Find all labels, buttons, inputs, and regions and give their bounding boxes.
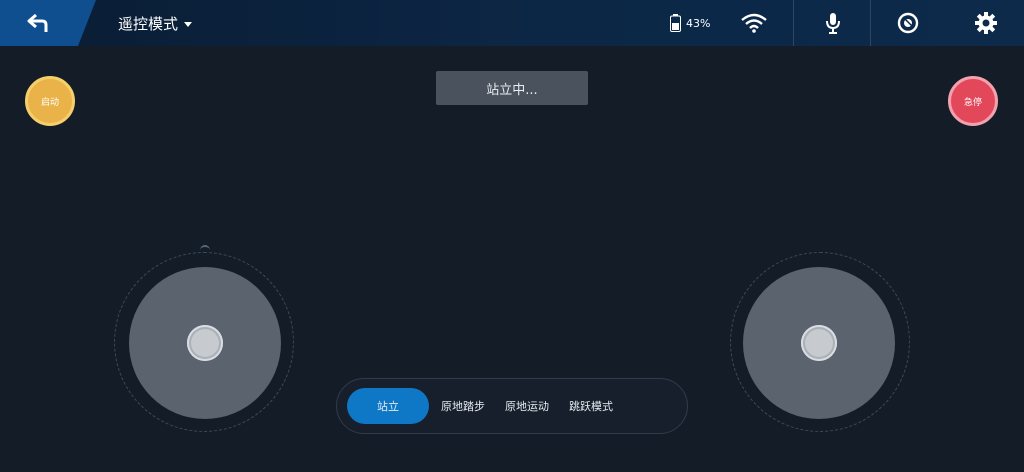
app-root: 遥控模式 43% 启动 急停 站立中... 站立 原地踏步 原地运动 跳跃模式 xyxy=(0,0,1024,472)
settings-button[interactable] xyxy=(970,8,1002,38)
camera-button[interactable] xyxy=(892,8,924,38)
top-bar: 遥控模式 43% xyxy=(0,0,1024,46)
battery-percent: 43% xyxy=(686,16,711,30)
motion-mode-selector: 站立 原地踏步 原地运动 跳跃模式 xyxy=(336,378,688,434)
chevron-down-icon xyxy=(184,21,193,27)
status-toast-text: 站立中... xyxy=(486,82,538,98)
left-joystick-knob[interactable] xyxy=(187,325,223,361)
mode-option-label: 原地踏步 xyxy=(441,400,485,413)
emergency-stop-label: 急停 xyxy=(963,97,982,108)
status-toast: 站立中... xyxy=(436,71,588,105)
mode-dropdown-label: 遥控模式 xyxy=(118,14,179,33)
joystick-direction-mark xyxy=(200,245,210,251)
start-button[interactable]: 启动 xyxy=(25,76,75,126)
microphone-icon xyxy=(826,13,840,34)
wifi-icon xyxy=(741,13,767,33)
start-button-label: 启动 xyxy=(40,97,59,108)
camera-lens-icon xyxy=(897,12,919,34)
voice-button[interactable] xyxy=(817,8,849,38)
wifi-status xyxy=(740,12,768,34)
mode-dropdown[interactable]: 遥控模式 xyxy=(118,12,193,34)
mode-option-label: 原地运动 xyxy=(505,400,549,413)
mode-option-label: 跳跃模式 xyxy=(569,400,613,413)
battery-icon xyxy=(670,14,681,32)
back-arrow-icon xyxy=(27,13,48,32)
battery-status: 43% xyxy=(670,12,710,34)
mode-option-jump[interactable]: 跳跃模式 xyxy=(561,388,621,424)
mode-option-label: 站立 xyxy=(377,400,399,413)
toolbar-divider xyxy=(870,0,871,46)
right-joystick-knob[interactable] xyxy=(801,325,837,361)
mode-option-move-in-place[interactable]: 原地运动 xyxy=(497,388,557,424)
toolbar-divider xyxy=(793,0,794,46)
gear-icon xyxy=(975,12,997,34)
mode-option-stand[interactable]: 站立 xyxy=(347,388,429,424)
emergency-stop-button[interactable]: 急停 xyxy=(948,76,998,126)
back-button[interactable] xyxy=(0,0,96,46)
mode-option-march-in-place[interactable]: 原地踏步 xyxy=(433,388,493,424)
